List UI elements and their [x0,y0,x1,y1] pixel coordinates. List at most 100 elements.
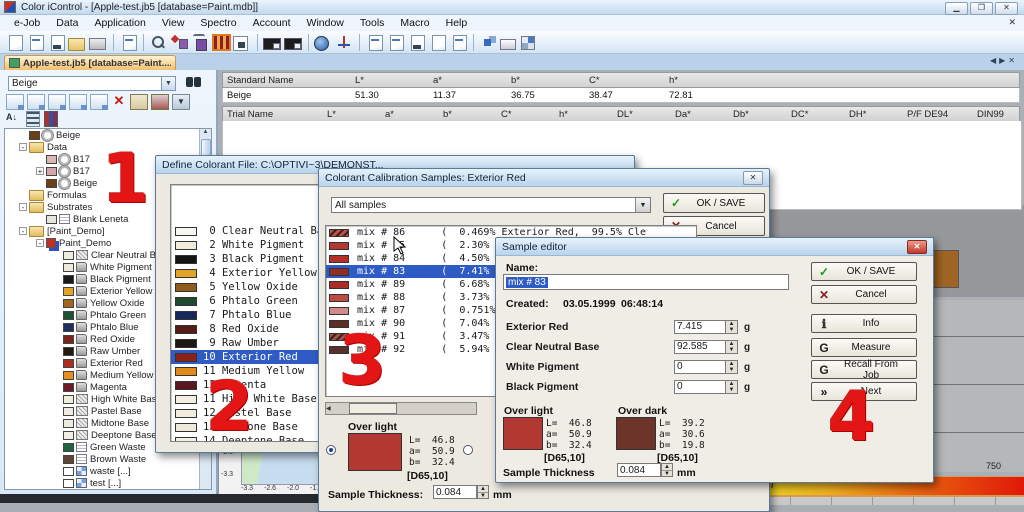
sample-editor-close-icon[interactable]: ✕ [907,240,927,254]
sample-measure-button[interactable]: G Measure [811,338,917,357]
copy-trial-icon[interactable] [27,94,45,110]
tree-expander[interactable]: + [36,167,44,175]
sample-list-hscrollbar[interactable]: ◀ [325,402,477,415]
job-sync-icon[interactable] [449,34,468,51]
trial-column-header[interactable]: b* [439,109,497,120]
tree-expander[interactable] [53,311,61,319]
tile-view-icon[interactable] [479,34,498,51]
menu-item[interactable]: Application [86,17,153,29]
mdi-close-icon[interactable]: ✕ [1008,17,1016,28]
tree-expander[interactable]: - [19,203,27,211]
tree-expander[interactable] [53,395,61,403]
open-folder-icon[interactable] [68,34,87,51]
tree-expander[interactable]: - [36,239,44,247]
display-dark-icon-1[interactable] [263,34,282,51]
tree-expander[interactable] [53,347,61,355]
trial-column-header[interactable]: a* [381,109,439,120]
tree-expander[interactable] [53,479,61,487]
mail-send-icon[interactable] [500,34,519,51]
trial-column-header[interactable]: C* [497,109,555,120]
pattern-grid-icon[interactable] [212,34,231,51]
trial-column-header[interactable]: Da* [671,109,729,120]
tree-expander[interactable]: - [19,227,27,235]
trial-column-header[interactable]: DH* [845,109,903,120]
menu-item[interactable]: e-Job [6,17,48,29]
tree-expander[interactable] [36,179,44,187]
trial-column-header[interactable]: L* [323,109,381,120]
standard-column-header[interactable]: a* [429,75,507,86]
job-transfer-icon-3[interactable] [407,34,426,51]
move-item-icon[interactable] [48,94,66,110]
find-icon[interactable] [186,77,202,87]
component-amount-stepper[interactable]: ▲▼ [726,360,738,374]
sample-cancel-button[interactable]: ✕ Cancel [811,285,917,304]
stamp-icon[interactable] [151,94,169,110]
tree-expander[interactable] [53,359,61,367]
calibration-close-icon[interactable]: ✕ [743,171,763,185]
copy-standard-icon[interactable] [6,94,24,110]
component-amount-input[interactable]: 0 [674,380,726,394]
sample-editor-titlebar[interactable]: Sample editor ✕ [496,238,933,256]
tree-expander[interactable] [19,191,27,199]
sample-info-button[interactable]: ℹ Info [811,314,917,333]
save-document-icon[interactable] [47,34,66,51]
thickness-input[interactable]: 0.084 [433,485,477,499]
component-amount-input[interactable]: 7.415 [674,320,726,334]
sort-az-icon[interactable]: A↓ [6,111,22,125]
tree-expander[interactable] [53,263,61,271]
tree-expander[interactable] [53,335,61,343]
open-document-icon[interactable] [26,34,45,51]
tree-expander[interactable] [53,443,61,451]
menu-item[interactable]: Account [245,17,299,29]
over-dark-radio[interactable] [463,445,473,455]
print-icon[interactable] [89,34,108,51]
colorant-fill-icon[interactable] [170,34,189,51]
new-document-icon[interactable] [5,34,24,51]
delete-icon[interactable]: ✕ [111,94,127,108]
tree-expander[interactable] [53,467,61,475]
calibration-icon[interactable] [335,34,354,51]
thickness-input[interactable]: 0.084 [617,463,661,477]
clipboard-icon[interactable] [130,94,148,110]
display-dark-icon-2[interactable] [284,34,303,51]
close-button[interactable]: ✕ [995,2,1018,15]
tree-expander[interactable] [53,431,61,439]
trial-column-header[interactable]: P/F DE94 [903,109,973,120]
component-amount-input[interactable]: 92.585 [674,340,726,354]
tree-expander[interactable] [53,383,61,391]
tree-expander[interactable] [53,419,61,427]
sample-filter-combo[interactable]: All samples ▼ [331,197,651,213]
layout-grid-icon[interactable] [521,34,540,51]
standard-column-header[interactable]: h* [665,75,749,86]
component-amount-stepper[interactable]: ▲▼ [726,320,738,334]
duplicate-item-icon[interactable] [69,94,87,110]
job-gray-icon[interactable] [428,34,447,51]
component-amount-input[interactable]: 0 [674,360,726,374]
calibration-titlebar[interactable]: Colorant Calibration Samples: Exterior R… [319,169,769,187]
sort-order-icon[interactable] [26,111,40,127]
tree-item[interactable]: test [...] [5,477,211,489]
tree-expander[interactable] [36,155,44,163]
search-icon[interactable] [149,34,168,51]
tree-expander[interactable]: - [19,143,27,151]
tab-nav-arrows[interactable]: ◀▶✕ [990,56,1018,65]
standard-column-header[interactable]: L* [351,75,429,86]
menu-item[interactable]: Data [48,17,86,29]
trial-column-header[interactable]: Trial Name [223,109,323,120]
tree-expander[interactable] [53,275,61,283]
transfer-item-icon[interactable] [90,94,108,110]
calibration-ok-button[interactable]: ✓ OK / SAVE [663,193,765,213]
tree-expander[interactable] [53,251,61,259]
standard-column-header[interactable]: C* [585,75,665,86]
name-input[interactable]: mix # 83 [503,274,789,290]
tree-expander[interactable] [53,287,61,295]
over-light-radio[interactable] [326,445,336,455]
pour-sample-icon[interactable] [191,34,210,51]
job-transfer-icon-1[interactable] [365,34,384,51]
chart-icon[interactable] [44,111,58,127]
tree-item[interactable]: Brown Waste [5,453,211,465]
menu-item[interactable]: Macro [392,17,437,29]
tree-expander[interactable] [53,371,61,379]
tree-expander[interactable] [53,455,61,463]
job-transfer-icon-2[interactable] [386,34,405,51]
